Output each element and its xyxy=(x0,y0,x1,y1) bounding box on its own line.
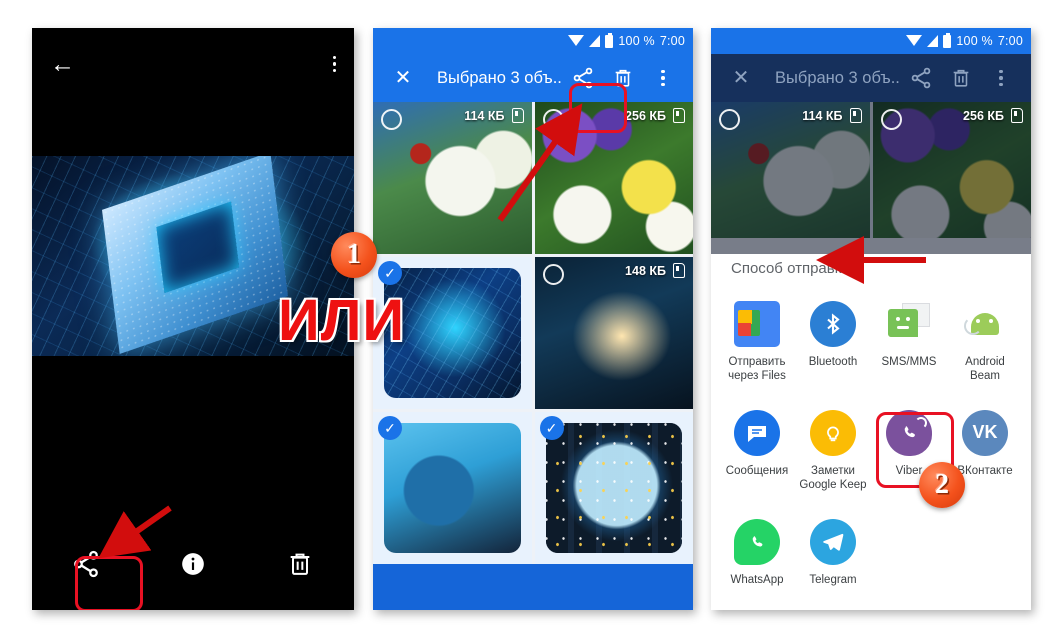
step-2-badge: 2 xyxy=(919,462,965,508)
more-vert-icon xyxy=(999,69,1003,87)
or-label: ИЛИ xyxy=(278,288,406,353)
viewer-toolbar xyxy=(32,28,354,100)
wifi-icon xyxy=(906,34,923,46)
battery-percent: 100 % xyxy=(618,34,655,48)
grid-item[interactable]: 148 КБ xyxy=(534,257,693,409)
trash-icon xyxy=(290,553,310,575)
sms-mms-icon xyxy=(886,301,932,347)
wifi-icon xyxy=(568,34,585,46)
screenshot-root: 1 ИЛИ 100 % 7:00 Выбрано 3 объ... xyxy=(0,0,1064,632)
selection-app-bar: Выбрано 3 объ... xyxy=(711,54,1031,102)
thumbnail-image xyxy=(384,423,521,553)
step-1-label: 1 xyxy=(347,239,361,270)
share-target-label: Заметки Google Keep xyxy=(799,464,867,492)
selection-app-bar: Выбрано 3 объ... xyxy=(373,54,693,102)
battery-icon xyxy=(605,32,614,48)
status-bar: 100 % 7:00 xyxy=(711,28,1031,54)
share-button[interactable] xyxy=(901,58,941,98)
share-target-telegram[interactable]: Telegram xyxy=(795,513,871,591)
share-target-label: SMS/MMS xyxy=(881,356,937,368)
share-target-label: Bluetooth xyxy=(808,356,858,368)
share-target-files[interactable]: Отправить через Files xyxy=(719,295,795,388)
close-icon[interactable] xyxy=(383,58,423,98)
step-2-label: 2 xyxy=(935,469,949,500)
grid-item-selected[interactable]: ✓ xyxy=(534,412,693,564)
share-target-label: Android Beam xyxy=(965,356,1005,383)
share-target-keep[interactable]: Заметки Google Keep xyxy=(795,404,871,497)
file-size: 148 КБ xyxy=(625,263,666,278)
share-target-label: ВКонтакте xyxy=(957,464,1013,477)
select-circle[interactable] xyxy=(880,109,902,130)
file-size: 256 КБ xyxy=(963,108,1004,123)
google-keep-icon xyxy=(810,409,856,456)
share-target-whatsapp[interactable]: WhatsApp xyxy=(719,513,795,591)
clock: 7:00 xyxy=(659,34,685,48)
clock: 7:00 xyxy=(997,34,1023,48)
checkmark-icon: ✓ xyxy=(378,416,402,440)
share-target-grid: Отправить через Files Bluetooth SMS/MMS … xyxy=(711,295,1031,591)
phone-panel-share-sheet: 100 % 7:00 Выбрано 3 объ... xyxy=(711,28,1031,610)
more-vert-icon xyxy=(661,69,665,87)
share-target-android-beam[interactable]: Android Beam xyxy=(947,295,1023,388)
grid-item[interactable]: 114 КБ xyxy=(711,102,870,254)
delete-button[interactable] xyxy=(941,58,981,98)
thumbnail-image xyxy=(545,423,682,553)
arrow-to-share-appbar xyxy=(497,103,583,222)
file-meta: 256 КБ xyxy=(963,108,1023,123)
arrow-to-share-viewer xyxy=(98,505,172,559)
more-vert-icon[interactable] xyxy=(332,55,336,73)
step-1-badge: 1 xyxy=(331,232,377,278)
selection-title: Выбрано 3 объ... xyxy=(775,68,901,87)
arrow-back-icon[interactable] xyxy=(50,52,75,77)
share-target-label: Telegram xyxy=(809,573,857,586)
telegram-icon xyxy=(810,518,856,565)
file-meta: 114 КБ xyxy=(802,108,862,123)
bluetooth-icon xyxy=(810,301,856,347)
file-size: 114 КБ xyxy=(802,108,843,123)
share-target-label: WhatsApp xyxy=(730,573,784,586)
battery-percent: 100 % xyxy=(956,34,993,48)
photo-grid-dimmed: 114 КБ 256 КБ xyxy=(711,102,1031,254)
sd-card-icon xyxy=(849,108,862,123)
select-circle[interactable] xyxy=(381,109,402,130)
more-vert-button[interactable] xyxy=(981,58,1021,98)
vk-icon: VK xyxy=(962,409,1008,456)
sd-card-icon xyxy=(1011,108,1023,123)
share-sheet-panel: Способ отправки Отправить через Files Bl… xyxy=(711,238,1031,610)
trash-icon xyxy=(953,69,969,87)
file-meta: 148 КБ xyxy=(625,263,685,278)
file-meta: 256 КБ xyxy=(625,108,685,123)
share-target-messages[interactable]: Сообщения xyxy=(719,404,795,497)
checkmark-icon: ✓ xyxy=(539,416,564,440)
sd-card-icon xyxy=(673,108,685,123)
close-icon[interactable] xyxy=(721,58,761,98)
whatsapp-icon xyxy=(734,518,780,565)
select-circle[interactable] xyxy=(542,264,564,285)
checkmark-icon: ✓ xyxy=(378,261,402,285)
android-beam-icon xyxy=(962,301,1008,347)
signal-icon xyxy=(927,35,939,47)
grid-item[interactable]: 256 КБ xyxy=(872,102,1031,254)
delete-button[interactable] xyxy=(247,550,354,578)
arrow-to-sheet-title xyxy=(816,236,926,284)
status-bar: 100 % 7:00 xyxy=(373,28,693,54)
google-files-icon xyxy=(734,301,780,347)
selection-title: Выбрано 3 объ... xyxy=(437,68,563,87)
file-size: 256 КБ xyxy=(625,108,666,123)
share-target-label: Сообщения xyxy=(725,464,789,477)
share-target-sms[interactable]: SMS/MMS xyxy=(871,295,947,388)
grid-item-selected[interactable]: ✓ xyxy=(373,412,532,564)
google-messages-icon xyxy=(734,409,780,456)
signal-icon xyxy=(589,35,601,47)
select-circle[interactable] xyxy=(719,109,740,130)
share-target-bluetooth[interactable]: Bluetooth xyxy=(795,295,871,388)
more-vert-button[interactable] xyxy=(643,58,683,98)
share-target-label: Отправить через Files xyxy=(728,356,786,383)
battery-icon xyxy=(943,32,952,48)
sd-card-icon xyxy=(673,263,685,278)
share-icon xyxy=(911,67,931,89)
